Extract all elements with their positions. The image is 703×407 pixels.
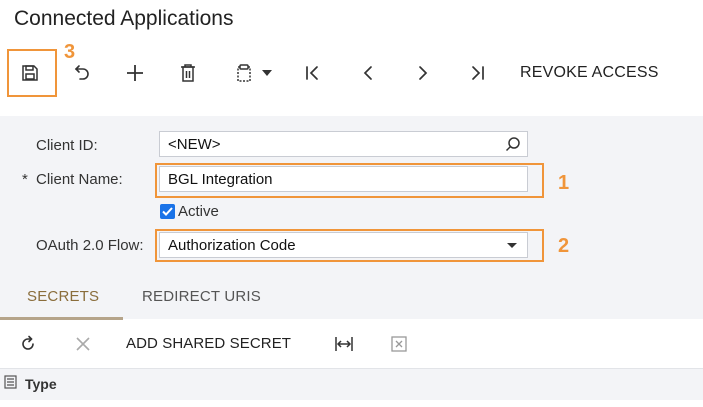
column-header-type[interactable]: Type bbox=[25, 376, 57, 392]
undo-icon bbox=[74, 65, 89, 80]
client-id-label: Client ID: bbox=[36, 137, 98, 154]
first-icon bbox=[306, 66, 318, 80]
clipboard-icon bbox=[237, 64, 251, 82]
export-excel-button[interactable] bbox=[386, 320, 412, 368]
save-icon bbox=[22, 65, 38, 81]
dropdown-arrow-icon bbox=[507, 243, 517, 248]
fit-columns-button[interactable] bbox=[331, 320, 357, 368]
trash-icon bbox=[181, 64, 195, 82]
grid-toolbar bbox=[0, 320, 703, 368]
oauth-flow-label: OAuth 2.0 Flow: bbox=[36, 237, 144, 254]
annotation-number-3: 3 bbox=[64, 41, 76, 63]
chevron-down-icon bbox=[262, 70, 272, 76]
client-id-field[interactable]: <NEW> bbox=[159, 131, 528, 157]
tab-secrets[interactable]: SECRETS bbox=[27, 288, 99, 305]
refresh-icon bbox=[22, 335, 34, 350]
add-shared-secret-button[interactable]: ADD SHARED SECRET bbox=[126, 335, 291, 352]
annotation-number-1: 1 bbox=[558, 172, 570, 194]
excel-icon bbox=[391, 336, 407, 352]
previous-record-button[interactable] bbox=[353, 44, 383, 102]
active-checkbox[interactable] bbox=[160, 204, 175, 219]
active-label: Active bbox=[178, 203, 219, 220]
close-icon bbox=[76, 337, 90, 351]
save-button[interactable] bbox=[8, 44, 52, 102]
search-icon[interactable] bbox=[505, 136, 521, 152]
copy-paste-menu-button[interactable] bbox=[228, 44, 278, 102]
grid-header-row bbox=[0, 368, 703, 400]
fit-width-icon bbox=[335, 337, 353, 351]
annotation-number-2: 2 bbox=[558, 235, 570, 257]
delete-row-button[interactable] bbox=[70, 320, 96, 368]
checkmark-icon bbox=[162, 207, 173, 216]
tab-bar bbox=[0, 279, 703, 319]
row-selector-icon[interactable] bbox=[4, 375, 17, 389]
required-marker: * bbox=[22, 171, 28, 188]
tab-redirect-uris[interactable]: REDIRECT URIS bbox=[142, 288, 261, 305]
client-name-label: Client Name: bbox=[36, 171, 123, 188]
next-record-button[interactable] bbox=[408, 44, 438, 102]
oauth-flow-value: Authorization Code bbox=[168, 237, 296, 254]
client-id-value: <NEW> bbox=[168, 136, 221, 153]
chevron-right-icon bbox=[419, 66, 428, 80]
add-button[interactable] bbox=[120, 44, 150, 102]
refresh-button[interactable] bbox=[15, 320, 41, 368]
chevron-left-icon bbox=[363, 66, 372, 80]
delete-button[interactable] bbox=[173, 44, 203, 102]
last-record-button[interactable] bbox=[462, 44, 492, 102]
last-icon bbox=[472, 66, 484, 80]
first-record-button[interactable] bbox=[298, 44, 328, 102]
page-title: Connected Applications bbox=[14, 7, 234, 30]
plus-icon bbox=[127, 65, 143, 81]
client-name-value: BGL Integration bbox=[168, 171, 273, 188]
client-name-field[interactable]: BGL Integration bbox=[159, 166, 528, 192]
oauth-flow-select[interactable]: Authorization Code bbox=[159, 232, 528, 258]
revoke-access-button[interactable]: REVOKE ACCESS bbox=[520, 64, 659, 82]
